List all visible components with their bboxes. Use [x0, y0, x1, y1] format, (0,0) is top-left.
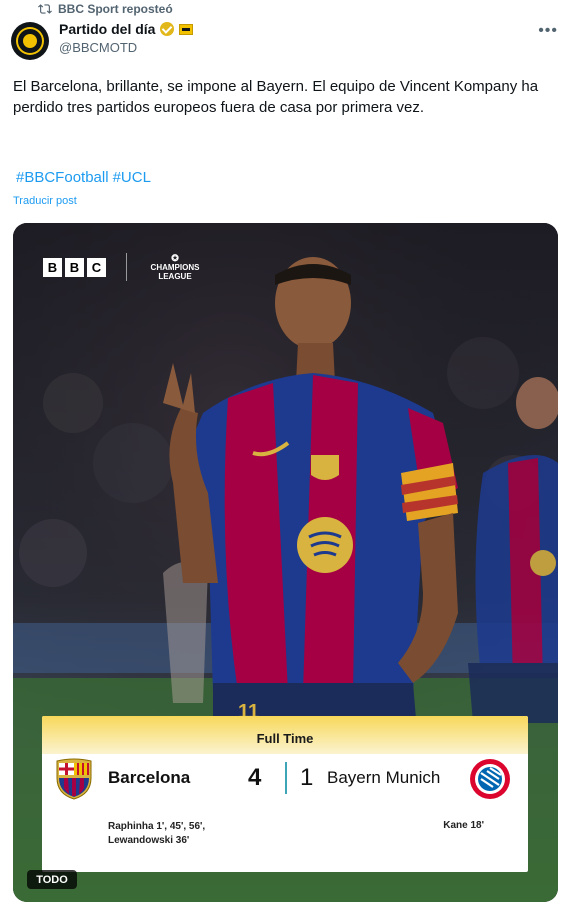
away-scorers: Kane 18' [443, 820, 484, 831]
match-status: Full Time [256, 730, 314, 746]
home-scorers: Raphinha 1', 45', 56', Lewandowski 36' [108, 821, 206, 846]
motd-avatar-icon[interactable] [11, 22, 49, 60]
home-score: 4 [248, 764, 262, 791]
affiliate-badge-icon[interactable] [179, 23, 194, 35]
champions-league-logo: ✪ CHAMPIONS LEAGUE [143, 253, 207, 282]
away-score: 1 [300, 764, 314, 791]
author-handle[interactable]: @BBCMOTD [59, 40, 137, 55]
author-display-name[interactable]: Partido del día [59, 21, 155, 37]
scorecard-header: Full Time [42, 716, 528, 754]
hashtag-link[interactable]: #BBCFootball [16, 169, 109, 186]
scoreline: Barcelona 4 1 Bayern Munich [42, 754, 528, 806]
bayern-crest-icon [470, 759, 510, 799]
repost-icon [38, 4, 52, 14]
alt-badge[interactable]: TODO [27, 870, 77, 889]
hashtags: #BBCFootball #UCL [16, 169, 155, 186]
barcelona-crest-icon [56, 758, 92, 800]
more-options-icon[interactable]: ••• [538, 22, 558, 40]
hashtag-link[interactable]: #UCL [113, 169, 151, 186]
scorecard: Full Time Barcelona 4 1 Bayern Munich Ra… [42, 716, 528, 872]
away-team-name: Bayern Munich [327, 768, 441, 787]
starball-icon: ✪ [171, 253, 179, 263]
home-team-name: Barcelona [108, 768, 191, 787]
repost-label: BBC Sport reposteó [58, 2, 173, 16]
tweet-text: El Barcelona, brillante, se impone al Ba… [13, 78, 539, 116]
repost-indicator[interactable]: BBC Sport reposteó [38, 2, 173, 16]
author-name-row[interactable]: Partido del día [59, 21, 194, 37]
tweet-media[interactable]: 11 B B C ✪ CHAMPIONS LEAGUE Full Time Ba… [13, 223, 558, 902]
gold-verified-badge-icon[interactable] [160, 22, 175, 36]
translate-post-link[interactable]: Traducir post [13, 195, 77, 207]
bbc-logo: B B C [43, 258, 106, 277]
logo-divider [126, 253, 127, 281]
score-divider [285, 762, 287, 794]
